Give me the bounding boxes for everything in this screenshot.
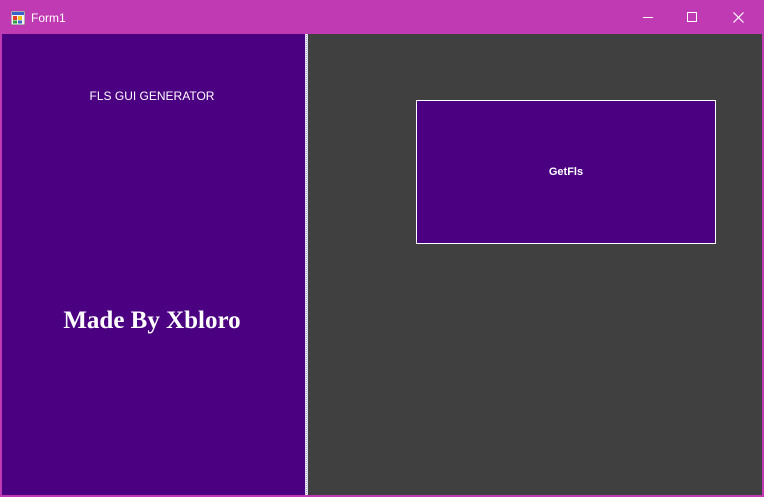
maximize-icon xyxy=(687,12,697,22)
fls-gui-generator-label: FLS GUI GENERATOR xyxy=(89,89,215,103)
minimize-button[interactable] xyxy=(625,0,671,34)
app-window: Form1 FLS GUI GENERATOR Made By Xbloro G… xyxy=(0,0,764,497)
title-bar[interactable]: Form1 xyxy=(0,0,764,34)
close-icon xyxy=(732,11,744,23)
getfls-button[interactable]: GetFls xyxy=(416,100,716,244)
panel-splitter[interactable] xyxy=(305,34,308,495)
made-by-label: Made By Xbloro xyxy=(63,307,241,334)
left-panel: FLS GUI GENERATOR Made By Xbloro xyxy=(2,34,305,495)
minimize-icon xyxy=(643,17,653,18)
maximize-button[interactable] xyxy=(669,0,715,34)
client-area: FLS GUI GENERATOR Made By Xbloro GetFls xyxy=(2,34,762,495)
close-button[interactable] xyxy=(715,0,761,34)
app-icon xyxy=(11,11,25,25)
window-title: Form1 xyxy=(31,11,66,25)
